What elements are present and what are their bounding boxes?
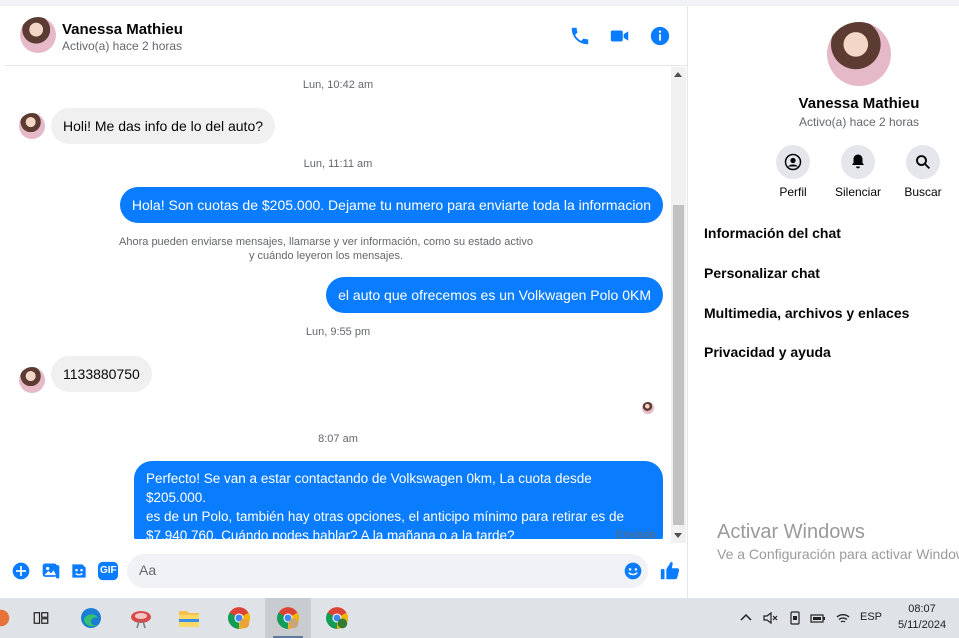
timestamp: Lun, 11:11 am	[303, 158, 373, 170]
contact-avatar-small	[19, 113, 45, 139]
chrome-profile-icon[interactable]	[265, 598, 311, 638]
search-label: Buscar	[904, 185, 942, 199]
activate-windows-subtitle: Ve a Configuración para activar Windows.	[717, 546, 959, 562]
gif-icon[interactable]: GIF	[97, 561, 119, 581]
sent-status: Enviado	[616, 529, 656, 541]
menu-customize-chat[interactable]: Personalizar chat	[704, 265, 820, 281]
side-contact-status: Activo(a) hace 2 horas	[798, 115, 920, 129]
message-input[interactable]	[139, 562, 609, 578]
phone-call-icon[interactable]	[569, 25, 591, 47]
activate-windows-title: Activar Windows	[717, 521, 865, 543]
thumbs-up-icon[interactable]	[659, 560, 681, 582]
chrome-icon[interactable]	[216, 598, 262, 638]
chat-info-panel: Vanessa Mathieu Activo(a) hace 2 horas P…	[689, 6, 959, 598]
edge-browser-icon[interactable]	[68, 598, 114, 638]
messenger-app: Vanessa Mathieu Activo(a) hace 2 horas L…	[0, 0, 959, 598]
chat-window: Vanessa Mathieu Activo(a) hace 2 horas L…	[5, 6, 688, 598]
message-line: $7.940.760. Cuándo podes hablar? A la ma…	[146, 528, 515, 539]
file-explorer-icon[interactable]	[166, 598, 212, 638]
seen-avatar-icon	[642, 402, 654, 414]
clock-date: 5/11/2024	[897, 619, 947, 631]
emoji-icon[interactable]	[623, 561, 643, 581]
clock-time: 08:07	[908, 603, 936, 615]
search-button[interactable]: Buscar	[891, 145, 955, 199]
menu-privacy-support[interactable]: Privacidad y ayuda	[704, 344, 831, 360]
speaker-muted-icon[interactable]	[762, 610, 778, 626]
photo-icon[interactable]	[41, 561, 61, 581]
message-line: Perfecto! Se van a estar contactando de …	[146, 471, 592, 505]
gif-label: GIF	[100, 565, 117, 576]
privacy-notice-line: Ahora pueden enviarse mensajes, llamarse…	[119, 236, 533, 248]
contact-status: Activo(a) hace 2 horas	[62, 39, 183, 53]
menu-media-files-links[interactable]: Multimedia, archivos y enlaces	[704, 305, 909, 321]
timestamp: Lun, 9:55 pm	[305, 326, 371, 338]
contact-avatar[interactable]	[20, 17, 56, 53]
language-indicator[interactable]: ESP	[860, 611, 882, 623]
sticker-icon[interactable]	[69, 561, 89, 581]
menu-chat-info[interactable]: Información del chat	[704, 225, 841, 241]
message-list[interactable]: Lun, 10:42 am Holi! Me das info de lo de…	[5, 67, 688, 539]
chat-scrollbar[interactable]	[671, 67, 686, 543]
plus-circle-icon[interactable]	[11, 561, 31, 581]
scroll-up-icon[interactable]	[674, 72, 682, 77]
system-clock[interactable]: 08:07 5/11/2024	[890, 601, 954, 633]
device-icon[interactable]	[787, 610, 803, 626]
composer: GIF	[5, 549, 688, 593]
privacy-notice: Ahora pueden enviarse mensajes, llamarse…	[5, 235, 659, 263]
profile-button[interactable]: Perfil	[761, 145, 825, 199]
mute-button[interactable]: Silenciar	[826, 145, 890, 199]
mute-label: Silenciar	[834, 185, 882, 199]
profile-label: Perfil	[779, 185, 807, 199]
app-icon[interactable]	[118, 598, 164, 638]
contact-name[interactable]: Vanessa Mathieu	[62, 21, 183, 38]
bell-icon	[841, 145, 875, 179]
contact-avatar-small	[19, 367, 45, 393]
outgoing-message[interactable]: el auto que ofrecemos es un Volkwagen Po…	[326, 277, 663, 313]
video-call-icon[interactable]	[609, 25, 631, 47]
scrollbar-thumb[interactable]	[673, 205, 684, 525]
battery-icon[interactable]	[810, 610, 826, 626]
message-input-box[interactable]	[127, 554, 648, 588]
outgoing-message[interactable]: Hola! Son cuotas de $205.000. Dejame tu …	[119, 187, 663, 223]
outgoing-message[interactable]: Perfecto! Se van a estar contactando de …	[134, 461, 663, 539]
message-line: es de un Polo, también hay otras opcione…	[146, 509, 625, 524]
timestamp: 8:07 am	[318, 433, 358, 445]
task-view-icon[interactable]	[18, 598, 64, 638]
chat-header: Vanessa Mathieu Activo(a) hace 2 horas	[5, 6, 688, 66]
scroll-down-icon[interactable]	[674, 533, 682, 538]
taskbar: ESP 08:07 5/11/2024	[0, 598, 959, 638]
chrome-profile-t-icon[interactable]	[314, 598, 360, 638]
search-icon	[906, 145, 940, 179]
incoming-message[interactable]: 1133880750	[51, 356, 152, 392]
profile-icon	[776, 145, 810, 179]
side-contact-name: Vanessa Mathieu	[798, 95, 920, 112]
privacy-notice-line: y cuándo leyeron los mensajes.	[248, 250, 404, 262]
chevron-up-icon[interactable]	[738, 610, 754, 626]
timestamp: Lun, 10:42 am	[302, 79, 374, 91]
info-icon[interactable]	[649, 25, 671, 47]
wifi-icon[interactable]	[835, 610, 851, 626]
incoming-message[interactable]: Holi! Me das info de lo del auto?	[51, 108, 276, 144]
contact-avatar-large[interactable]	[827, 22, 891, 86]
